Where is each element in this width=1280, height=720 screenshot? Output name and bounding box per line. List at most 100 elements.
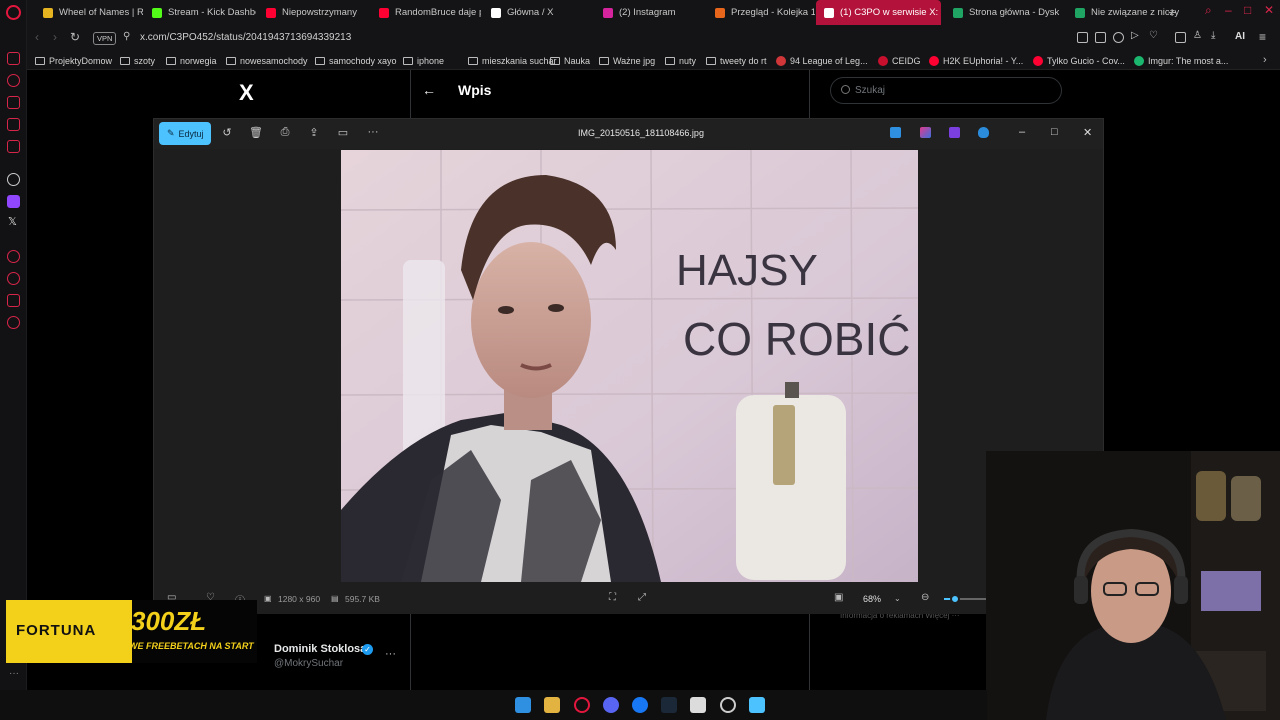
bookmark-item[interactable]: tweety do rt: [706, 51, 767, 70]
chat-icon[interactable]: [7, 118, 20, 131]
close-icon[interactable]: ✕: [1264, 3, 1274, 17]
account-icon[interactable]: ♙: [1193, 30, 1204, 41]
bookmark-item[interactable]: Nauka: [550, 51, 590, 70]
bookmark-item[interactable]: mieszkania suchar: [468, 51, 557, 70]
chatgpt-icon[interactable]: [7, 173, 20, 186]
tab[interactable]: Główna / X: [483, 0, 593, 25]
start-icon[interactable]: [515, 697, 531, 713]
bookmark-item[interactable]: samochody xayo: [315, 51, 397, 70]
menu-icon[interactable]: ≡: [1259, 30, 1266, 44]
search-tabs-icon[interactable]: ⌕: [1205, 3, 1212, 18]
vpn-badge[interactable]: VPN: [93, 32, 117, 45]
back-icon[interactable]: ‹: [35, 30, 39, 44]
messenger-taskbar-icon[interactable]: [632, 697, 648, 713]
x-sidebar-icon[interactable]: 𝕏: [8, 215, 17, 228]
shield-icon[interactable]: [1113, 32, 1124, 43]
obs-icon[interactable]: [720, 697, 736, 713]
player-icon[interactable]: ▷: [1131, 30, 1142, 41]
minimize-icon[interactable]: –: [1225, 3, 1232, 17]
edit-button[interactable]: ✎ Edytuj: [159, 122, 211, 145]
print-icon[interactable]: ⎙: [278, 126, 292, 139]
more-options-icon[interactable]: ···: [385, 648, 396, 660]
tab[interactable]: Strona główna - Dysk: [945, 0, 1065, 25]
opera-logo-icon[interactable]: [6, 5, 21, 20]
back-arrow-icon[interactable]: ←: [422, 82, 436, 98]
ai-button[interactable]: AI: [1235, 31, 1245, 42]
bookmark-item[interactable]: Ważne jpg: [599, 51, 655, 70]
zoom-level[interactable]: 68%: [863, 594, 881, 604]
bookmark-item[interactable]: szoty: [120, 51, 155, 70]
opera-icon[interactable]: [574, 697, 590, 713]
heart-icon[interactable]: ♡: [1149, 30, 1160, 41]
search-input[interactable]: Szukaj: [830, 77, 1062, 104]
rotate-icon[interactable]: ↺: [220, 126, 234, 139]
bookmark-item[interactable]: 94 League of Leg...: [776, 51, 868, 70]
history-icon[interactable]: [7, 272, 20, 285]
tab[interactable]: Stream - Kick Dashbo: [144, 0, 256, 25]
snapshot-icon[interactable]: [1095, 32, 1106, 43]
chevron-down-icon[interactable]: ⌄: [894, 594, 901, 603]
wheel-of-names-icon: [43, 7, 53, 18]
tab[interactable]: Nie związane z niczym: [1067, 0, 1179, 25]
forward-icon[interactable]: ›: [53, 30, 57, 44]
reload-icon[interactable]: ↻: [70, 30, 80, 44]
share-icon[interactable]: ⇪: [307, 126, 321, 139]
delete-icon[interactable]: 🗑: [249, 126, 263, 139]
download-icon[interactable]: ⤓: [1211, 30, 1222, 41]
bookmark-item[interactable]: nuty: [665, 51, 696, 70]
tab[interactable]: Przegląd - Kolejka 1 1: [707, 0, 815, 25]
discord-icon[interactable]: [603, 697, 619, 713]
clipchamp-icon[interactable]: [949, 127, 960, 138]
zoom-slider-thumb[interactable]: [950, 594, 961, 604]
bookmark-item[interactable]: ProjektyDomow: [35, 51, 112, 70]
author-name[interactable]: Dominik Stoklosa: [274, 643, 366, 655]
photos-icon[interactable]: [749, 697, 765, 713]
minimize-icon[interactable]: –: [1019, 126, 1025, 138]
bag-icon[interactable]: [7, 96, 20, 109]
play-icon[interactable]: [7, 250, 20, 263]
maximize-icon[interactable]: □: [1051, 126, 1058, 138]
maximize-icon[interactable]: □: [1244, 3, 1251, 17]
extensions-icon[interactable]: [7, 294, 20, 307]
slideshow-icon[interactable]: ▭: [336, 126, 350, 139]
more-icon[interactable]: ···: [9, 668, 19, 679]
notepad-icon[interactable]: [690, 697, 706, 713]
actual-size-icon[interactable]: ⤢: [638, 592, 646, 603]
steam-icon[interactable]: [661, 697, 677, 713]
more-tools-icon[interactable]: ···: [366, 126, 380, 138]
close-icon[interactable]: ✕: [1083, 126, 1092, 139]
author-handle[interactable]: @MokrySuchar: [274, 658, 343, 669]
extensions-puzzle-icon[interactable]: [1175, 32, 1186, 43]
zoom-out-icon[interactable]: ⊖: [921, 592, 929, 603]
bookmark-item[interactable]: Tylko Gucio - Cov...: [1033, 51, 1125, 70]
bookmark-item[interactable]: norwegia: [166, 51, 217, 70]
bookmark-item[interactable]: H2K EUphoria! - Y...: [929, 51, 1023, 70]
url-field[interactable]: x.com/C3PO452/status/2041943713694339213: [140, 29, 940, 47]
new-tab-button[interactable]: +: [1168, 4, 1176, 20]
x-icon: [824, 7, 834, 18]
tab[interactable]: (1) C3PO w serwisie X: „G×: [816, 0, 941, 25]
onedrive-icon[interactable]: [978, 127, 989, 138]
x-logo[interactable]: X: [239, 80, 254, 106]
bookmarks-more-icon[interactable]: ›: [1263, 54, 1267, 66]
bookmark-icon[interactable]: [1077, 32, 1088, 43]
bookmark-item[interactable]: Imgur: The most a...: [1134, 51, 1228, 70]
twitch-icon[interactable]: [7, 195, 20, 208]
fit-to-window-icon[interactable]: ⛶: [609, 592, 616, 603]
screen-fit-icon[interactable]: ▣: [834, 592, 843, 603]
bookmark-item[interactable]: iphone: [403, 51, 444, 70]
tab[interactable]: RandomBruce daje po: [371, 0, 481, 25]
bookmark-item[interactable]: CEIDG: [878, 51, 921, 70]
file-explorer-icon[interactable]: [544, 697, 560, 713]
mail-icon[interactable]: [7, 140, 20, 153]
designer-icon[interactable]: [890, 127, 901, 138]
tab[interactable]: Wheel of Names | Ra: [35, 0, 143, 25]
tab[interactable]: (2) Instagram: [595, 0, 705, 25]
speed-dial-icon[interactable]: [7, 74, 20, 87]
messenger-icon[interactable]: [7, 52, 20, 65]
site-info-icon[interactable]: ⚲: [123, 31, 130, 42]
copilot-icon[interactable]: [920, 127, 931, 138]
tab[interactable]: Niepowstrzymany: [258, 0, 369, 25]
settings-icon[interactable]: [7, 316, 20, 329]
bookmark-item[interactable]: nowesamochody: [226, 51, 308, 70]
